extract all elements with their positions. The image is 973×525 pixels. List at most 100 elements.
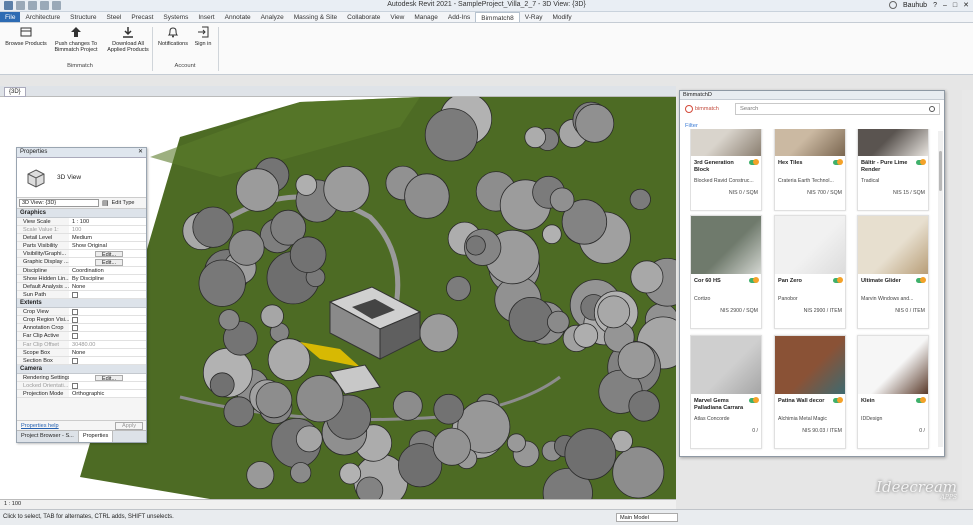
view-scale[interactable]: 1 : 100	[4, 501, 21, 507]
edit-type-button[interactable]: Edit Type	[112, 200, 135, 206]
property-row[interactable]: Scope Box None	[17, 348, 146, 357]
tab-massing-site[interactable]: Massing & Site	[289, 12, 342, 22]
product-card[interactable]: Hex Tiles Crateria Earth Technol... NIS 70…	[774, 129, 846, 211]
edit-button[interactable]: Edit...	[94, 259, 124, 266]
tab-view[interactable]: View	[385, 12, 409, 22]
product-card[interactable]: Patina Wall decor Alchimia Metal Magic NIS…	[774, 335, 846, 449]
product-card[interactable]: 3rd Generation Block Blocked Ravid Constr…	[690, 129, 762, 211]
property-row[interactable]: Default Analysis ... None	[17, 283, 146, 292]
property-value[interactable]: 100	[69, 225, 146, 233]
property-value[interactable]: Edit...	[69, 258, 146, 266]
notifications-button[interactable]: Notifications	[154, 26, 192, 47]
push-changes-button[interactable]: Push changes To Bimmatch Project	[50, 26, 102, 53]
tab-annotate[interactable]: Annotate	[220, 12, 256, 22]
section-graphics[interactable]: Graphics	[17, 209, 146, 218]
property-value[interactable]: By Discipline	[69, 274, 146, 282]
product-card[interactable]: Pan Zero Panobor NIS 2900 / ITEM	[774, 215, 846, 329]
close-icon[interactable]: ✕	[138, 148, 143, 157]
property-row[interactable]: Locked Orientati...	[17, 381, 146, 391]
tab-steel[interactable]: Steel	[102, 12, 127, 22]
window-scrollbar[interactable]	[962, 90, 973, 500]
maximize-icon[interactable]: □	[953, 2, 957, 9]
view-dropdown[interactable]: 3D View: {3D}	[19, 199, 99, 207]
property-row[interactable]: Discipline Coordination	[17, 266, 146, 275]
apply-toggle-icon[interactable]	[916, 159, 926, 165]
property-value[interactable]	[69, 316, 146, 324]
property-row[interactable]: Detail Level Medium	[17, 233, 146, 243]
property-value[interactable]: Medium	[69, 233, 146, 242]
apply-toggle-icon[interactable]	[749, 159, 759, 165]
search-icon[interactable]	[929, 106, 935, 112]
property-value[interactable]	[69, 291, 146, 299]
property-value[interactable]	[69, 324, 146, 332]
model-selector[interactable]: Main Model	[616, 513, 678, 522]
help-icon[interactable]: ?	[933, 2, 937, 9]
property-row[interactable]: View Scale 1 : 100	[17, 217, 146, 226]
checkbox[interactable]	[72, 317, 78, 324]
checkbox[interactable]	[72, 358, 78, 364]
product-card[interactable]: Cor 60 HS Cortizo NIS 2900 / SQM	[690, 215, 762, 329]
scroll-thumb[interactable]	[939, 151, 942, 191]
apply-toggle-icon[interactable]	[916, 277, 926, 283]
property-value[interactable]: 30480.00	[69, 340, 146, 348]
property-row[interactable]: Projection Mode Orthographic	[17, 390, 146, 399]
property-row[interactable]: Visibility/Graphi... Edit...	[17, 250, 146, 259]
property-value[interactable]: 1 : 100	[69, 217, 146, 225]
tab-precast[interactable]: Precast	[126, 12, 158, 22]
property-row[interactable]: Parts Visibility Show Original	[17, 242, 146, 251]
property-row[interactable]: Far Clip Active	[17, 332, 146, 341]
property-row[interactable]: Far Clip Offset 30480.00	[17, 340, 146, 349]
property-value[interactable]: Coordination	[69, 266, 146, 274]
property-row[interactable]: Annotation Crop	[17, 324, 146, 333]
tab-systems[interactable]: Systems	[158, 12, 193, 22]
checkbox[interactable]	[72, 308, 78, 315]
tab-insert[interactable]: Insert	[193, 12, 219, 22]
apply-toggle-icon[interactable]	[833, 277, 843, 283]
sign-in-button[interactable]: Sign in	[192, 26, 214, 47]
property-row[interactable]: Sun Path	[17, 291, 146, 300]
apply-toggle-icon[interactable]	[833, 397, 843, 403]
property-value[interactable]	[69, 332, 146, 340]
edit-button[interactable]: Edit...	[94, 251, 124, 258]
tab-add-ins[interactable]: Add-Ins	[443, 12, 475, 22]
apply-toggle-icon[interactable]	[916, 397, 926, 403]
tab-collaborate[interactable]: Collaborate	[342, 12, 385, 22]
tab-v-ray[interactable]: V-Ray	[520, 12, 548, 22]
checkbox[interactable]	[72, 292, 78, 299]
close-icon[interactable]: ✕	[963, 1, 969, 9]
tab-manage[interactable]: Manage	[409, 12, 443, 22]
apply-toggle-icon[interactable]	[749, 397, 759, 403]
tab-analyze[interactable]: Analyze	[256, 12, 289, 22]
product-card[interactable]: Klein IDDesign 0 /	[857, 335, 929, 449]
checkbox[interactable]	[72, 325, 78, 332]
property-row[interactable]: Crop Region Visi...	[17, 316, 146, 325]
checkbox[interactable]	[72, 333, 78, 340]
property-value[interactable]	[69, 381, 146, 390]
apply-toggle-icon[interactable]	[749, 277, 759, 283]
product-card[interactable]: Ultimate Glider Marvin Windows and... NIS …	[857, 215, 929, 329]
user-name[interactable]: Bauhub	[903, 2, 927, 9]
tab-file[interactable]: File	[0, 12, 21, 22]
browse-products-button[interactable]: Browse Products	[4, 26, 48, 47]
minimize-icon[interactable]: –	[943, 2, 947, 9]
property-value[interactable]: None	[69, 348, 146, 356]
download-all-button[interactable]: Download All Applied Products	[104, 26, 152, 53]
property-value[interactable]	[69, 307, 146, 316]
property-value[interactable]: None	[69, 283, 146, 291]
tab-project-browser[interactable]: Project Browser - S...	[17, 431, 79, 442]
user-icon[interactable]	[888, 1, 897, 9]
tab-properties[interactable]: Properties	[78, 431, 114, 442]
tab-bimmatch8[interactable]: Bimmatch8	[475, 12, 520, 22]
property-row[interactable]: Scale Value 1: 100	[17, 225, 146, 234]
search-input[interactable]: Search	[735, 103, 940, 115]
tab-architecture[interactable]: Architecture	[20, 12, 65, 22]
apply-button[interactable]: Apply	[115, 422, 143, 430]
property-value[interactable]: Show Original	[69, 242, 146, 250]
tab-modify[interactable]: Modify	[547, 12, 576, 22]
checkbox[interactable]	[72, 382, 78, 389]
property-row[interactable]: Rendering Settings Edit...	[17, 373, 146, 382]
type-selector[interactable]: 3D View	[17, 158, 146, 198]
property-value[interactable]	[69, 357, 146, 365]
panel-scrollbar[interactable]	[938, 131, 943, 447]
product-card[interactable]: Bāltir - Pure Lime Render Tradical NIS 15 …	[857, 129, 929, 211]
